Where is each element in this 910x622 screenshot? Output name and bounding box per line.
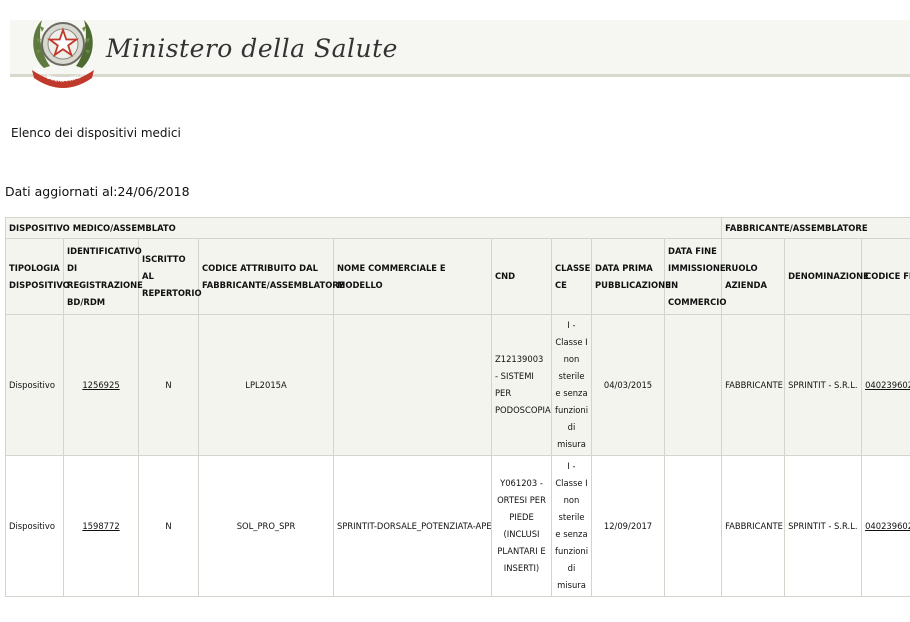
page-title: Elenco dei dispositivi medici — [11, 126, 181, 140]
device-table-wrapper: DISPOSITIVO MEDICO/ASSEMBLATO FABBRICANT… — [5, 217, 910, 607]
group-header-manufacturer: FABBRICANTE/ASSEMBLATORE — [721, 217, 910, 239]
group-header-device: DISPOSITIVO MEDICO/ASSEMBLATO — [5, 217, 723, 239]
cell-denominazione: SPRINTIT - S.R.L. — [784, 314, 863, 456]
col-codice: CODICE ATTRIBUITO DAL FABBRICANTE/ASSEMB… — [198, 238, 344, 315]
cell-identificativo: 1256925 — [63, 314, 139, 456]
cell-data-fine — [663, 455, 723, 597]
device-table: DISPOSITIVO MEDICO/ASSEMBLATO FABBRICANT… — [5, 217, 910, 597]
cell-nome — [333, 314, 492, 456]
cell-ruolo: FABBRICANTE — [721, 314, 786, 456]
cell-identificativo: 1598772 — [63, 455, 139, 597]
cell-tipologia: Dispositivo — [5, 314, 64, 456]
col-data-fine: DATA FINE IMMISSIONE IN COMMERCIO — [663, 238, 727, 315]
col-cnd: CND — [491, 238, 552, 315]
cell-cnd: Z12139003 - SISTEMI PER PODOSCOPIA — [491, 314, 552, 456]
cell-iscritto: N — [138, 314, 199, 456]
cell-codice-fiscale: 04023960271 — [861, 314, 910, 456]
cell-codice-fiscale: 04023960271 — [861, 455, 910, 597]
cell-codice: SOL_PRO_SPR — [198, 455, 334, 597]
col-classe: CLASSE CE — [551, 238, 592, 315]
cell-classe: I - Classe I non sterile e senza funzion… — [551, 314, 592, 456]
registration-id-link[interactable]: 1256925 — [82, 380, 119, 390]
site-header: REPUBBLICA ITALIANA Ministero della Salu… — [10, 8, 910, 88]
col-iscritto: ISCRITTO AL REPERTORIO — [138, 238, 202, 315]
col-denominazione: DENOMINAZIONE — [784, 238, 869, 315]
col-nome: NOME COMMERCIALE E MODELLO — [333, 238, 492, 315]
italian-emblem-icon: REPUBBLICA ITALIANA — [32, 20, 95, 88]
tax-code-link[interactable]: 04023960271 — [865, 521, 910, 531]
column-header-row: TIPOLOGIA DISPOSITIVO IDENTIFICATIVO DI … — [5, 238, 910, 315]
cell-ruolo: FABBRICANTE — [721, 455, 786, 597]
col-ruolo: RUOLO AZIENDA — [721, 238, 786, 315]
col-identificativo: IDENTIFICATIVO DI REGISTRAZIONE BD/RDM — [63, 238, 143, 315]
cell-data-pubblicazione: 04/03/2015 — [591, 314, 665, 456]
cell-data-fine — [663, 314, 723, 456]
cell-iscritto: N — [138, 455, 199, 597]
registration-id-link[interactable]: 1598772 — [82, 521, 119, 531]
cell-denominazione: SPRINTIT - S.R.L. — [784, 455, 863, 597]
col-codice-fiscale: CODICE FISCALE — [861, 238, 910, 315]
cell-tipologia: Dispositivo — [5, 455, 64, 597]
col-data-pubblicazione: DATA PRIMA PUBBLICAZIONE — [591, 238, 671, 315]
cell-cnd: Y061203 - ORTESI PER PIEDE (INCLUSI PLAN… — [491, 455, 552, 597]
cell-codice: LPL2015A — [198, 314, 334, 456]
cell-classe: I - Classe I non sterile e senza funzion… — [551, 455, 592, 597]
update-date: Dati aggiornati al:24/06/2018 — [5, 184, 190, 199]
col-tipologia: TIPOLOGIA DISPOSITIVO — [5, 238, 70, 315]
ministry-title: Ministero della Salute — [106, 34, 398, 63]
cell-data-pubblicazione: 12/09/2017 — [591, 455, 665, 597]
header-rule — [10, 74, 910, 77]
cell-nome: SPRINTIT-DORSALE_POTENZIATA-APE — [333, 455, 492, 597]
table-row: Dispositivo 1598772 N SOL_PRO_SPR SPRINT… — [5, 455, 910, 597]
group-header-row: DISPOSITIVO MEDICO/ASSEMBLATO FABBRICANT… — [5, 217, 910, 239]
table-row: Dispositivo 1256925 N LPL2015A Z12139003… — [5, 314, 910, 456]
tax-code-link[interactable]: 04023960271 — [865, 380, 910, 390]
